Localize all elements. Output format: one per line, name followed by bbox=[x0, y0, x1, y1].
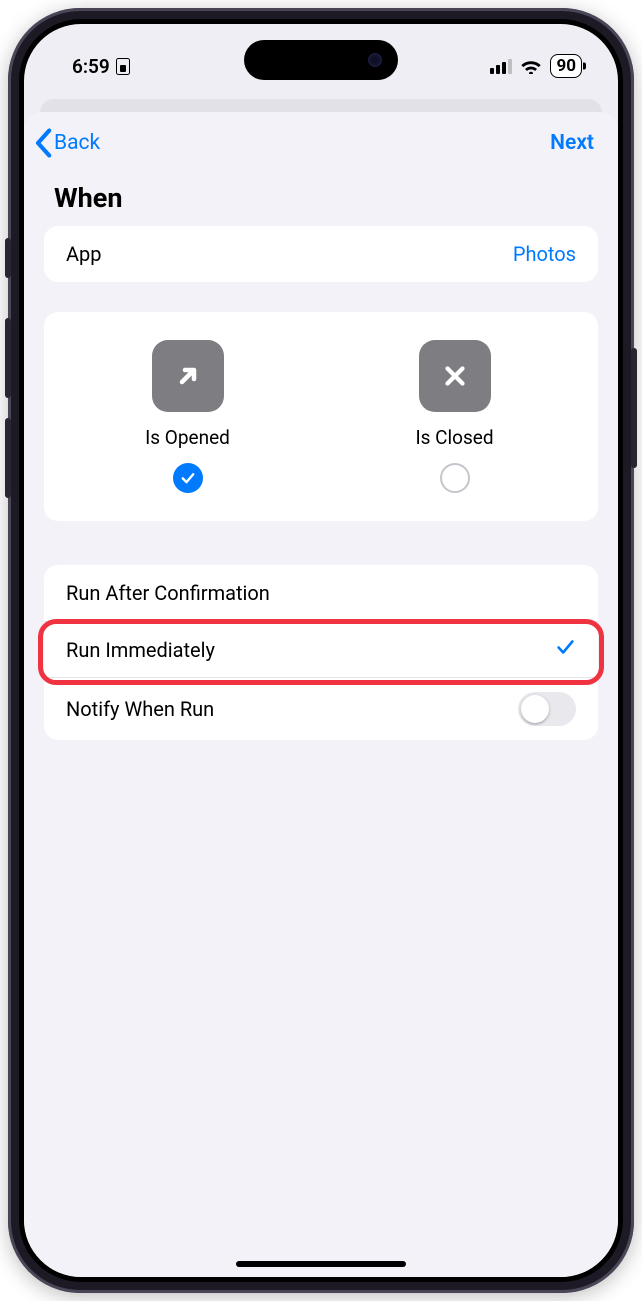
tile-closed-label: Is Closed bbox=[415, 426, 493, 449]
modal-sheet: Back Next When App Photos bbox=[24, 112, 618, 1277]
phone-frame: 6:59 90 Back bbox=[8, 8, 634, 1293]
side-button bbox=[5, 418, 11, 498]
side-button bbox=[5, 238, 11, 278]
front-camera bbox=[368, 53, 382, 67]
option-label: Run Immediately bbox=[66, 638, 215, 662]
option-label: Notify When Run bbox=[66, 697, 214, 721]
side-button bbox=[631, 348, 637, 468]
radio-closed-unselected[interactable] bbox=[440, 463, 470, 493]
checkmark-icon bbox=[179, 469, 197, 487]
cellular-signal-icon bbox=[490, 59, 512, 74]
tile-is-opened[interactable]: Is Opened bbox=[64, 340, 311, 493]
arrow-out-icon bbox=[152, 340, 224, 412]
trigger-state-tiles: Is Opened Is Closed bbox=[44, 312, 598, 521]
option-label: Run After Confirmation bbox=[66, 581, 270, 605]
battery-indicator: 90 bbox=[550, 54, 582, 78]
tile-is-closed[interactable]: Is Closed bbox=[331, 340, 578, 493]
next-button[interactable]: Next bbox=[550, 131, 594, 155]
dynamic-island bbox=[244, 40, 398, 80]
status-time: 6:59 bbox=[72, 55, 110, 78]
option-notify-when-run: Notify When Run bbox=[44, 677, 598, 740]
app-row-label: App bbox=[66, 242, 102, 266]
side-button bbox=[5, 318, 11, 398]
check-icon bbox=[554, 636, 576, 663]
option-run-after-confirmation[interactable]: Run After Confirmation bbox=[44, 565, 598, 621]
wifi-icon bbox=[520, 58, 542, 74]
section-title: When bbox=[24, 174, 618, 226]
app-selector-row[interactable]: App Photos bbox=[44, 226, 598, 282]
home-indicator[interactable] bbox=[236, 1261, 406, 1267]
tile-opened-label: Is Opened bbox=[145, 426, 230, 449]
nav-bar: Back Next bbox=[24, 112, 618, 174]
chevron-left-icon bbox=[34, 128, 52, 158]
app-row-value: Photos bbox=[513, 242, 576, 266]
option-run-immediately[interactable]: Run Immediately bbox=[44, 621, 598, 677]
notify-toggle[interactable] bbox=[518, 692, 576, 726]
screen: 6:59 90 Back bbox=[24, 24, 618, 1277]
radio-opened-selected[interactable] bbox=[173, 463, 203, 493]
run-options-card: Run After Confirmation Run Immediately N… bbox=[44, 565, 598, 740]
x-icon bbox=[419, 340, 491, 412]
back-label: Back bbox=[54, 131, 100, 155]
back-button[interactable]: Back bbox=[34, 128, 100, 158]
sim-icon bbox=[116, 58, 130, 75]
phone-bezel: 6:59 90 Back bbox=[19, 19, 623, 1282]
